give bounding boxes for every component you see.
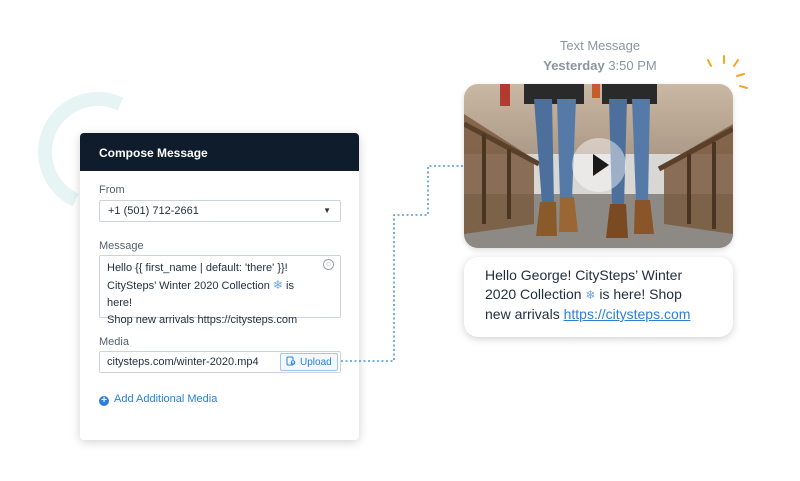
media-label: Media xyxy=(99,336,129,348)
upload-icon xyxy=(286,356,296,366)
smiley-icon[interactable]: ☺ xyxy=(323,259,334,270)
message-header: Text Message Yesterday 3:50 PM xyxy=(520,36,680,76)
message-bubble: Hello George! CitySteps’ Winter 2020 Col… xyxy=(464,257,733,337)
message-timestamp: Yesterday 3:50 PM xyxy=(520,56,680,76)
from-value: +1 (501) 712-2661 xyxy=(108,205,199,217)
message-day: Yesterday xyxy=(543,58,605,73)
bubble-line-2-end: is here! Shop xyxy=(599,286,682,302)
from-select[interactable]: +1 (501) 712-2661 ▼ xyxy=(99,200,341,222)
caret-down-icon: ▼ xyxy=(323,206,331,215)
message-textarea[interactable]: Hello {{ first_name | default: 'there' }… xyxy=(99,255,341,326)
upload-label: Upload xyxy=(300,357,332,368)
media-url-input[interactable]: citysteps.com/winter-2020.mp4 Upload xyxy=(99,351,341,373)
from-label: From xyxy=(99,184,125,196)
message-line-1: Hello {{ first_name | default: 'there' }… xyxy=(107,262,288,274)
bubble-line-1: Hello George! CitySteps’ Winter xyxy=(485,267,683,283)
bubble-line-3: new arrivals https://citysteps.com xyxy=(485,305,719,324)
card-title: Compose Message xyxy=(80,133,359,171)
bubble-line-3-text: new arrivals xyxy=(485,306,560,322)
message-line-2-text: CitySteps’ Winter 2020 Collection xyxy=(107,280,270,292)
video-thumbnail[interactable] xyxy=(464,84,733,248)
message-line-3: Shop new arrivals https://citysteps.com xyxy=(107,314,298,326)
add-additional-media-link[interactable]: + Add Additional Media xyxy=(99,393,217,406)
upload-button[interactable]: Upload xyxy=(280,353,338,371)
bubble-link[interactable]: https://citysteps.com xyxy=(564,306,691,322)
message-label: Message xyxy=(99,240,144,252)
add-media-label: Add Additional Media xyxy=(114,393,218,405)
snowflake-icon: ❄ xyxy=(272,278,283,292)
compose-message-card: Compose Message From +1 (501) 712-2661 ▼… xyxy=(80,133,359,440)
media-url-value: citysteps.com/winter-2020.mp4 xyxy=(107,356,259,368)
bubble-line-2-text: 2020 Collection xyxy=(485,286,582,302)
message-line-2: CitySteps’ Winter 2020 Collection ❄ is h… xyxy=(107,277,320,312)
plus-circle-icon: + xyxy=(99,396,109,406)
message-type: Text Message xyxy=(559,38,641,53)
message-time: 3:50 PM xyxy=(608,58,657,73)
bubble-line-2: 2020 Collection ❄ is here! Shop xyxy=(485,285,719,305)
play-icon[interactable] xyxy=(572,138,626,192)
snowflake-icon: ❄ xyxy=(585,288,596,302)
